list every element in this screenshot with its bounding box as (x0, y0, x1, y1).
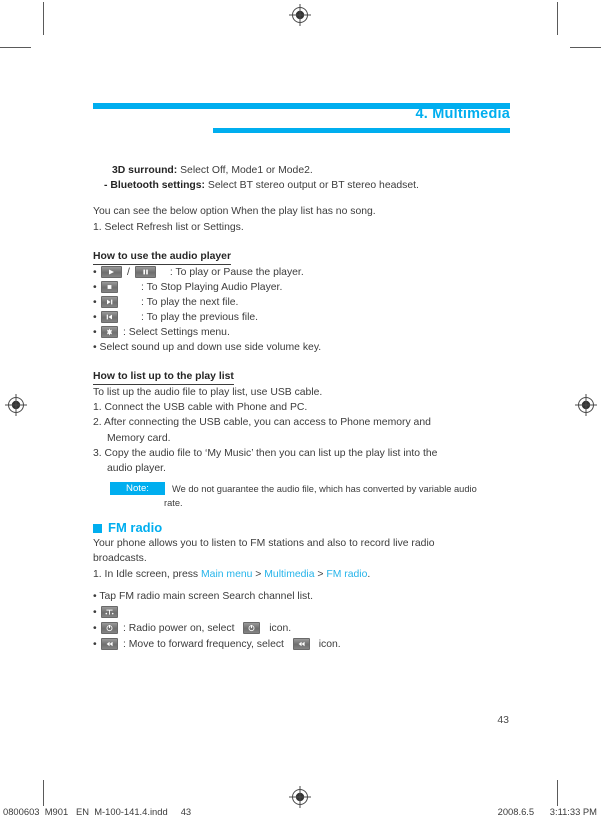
page-body: 3D surround: Select Off, Mode1 or Mode2.… (93, 163, 513, 652)
player-row-separator: / (127, 266, 130, 278)
fm-row-rewind: • : Move to forward frequency, select ic… (93, 636, 513, 652)
fm-row-tail: icon. (266, 622, 292, 634)
power-icon[interactable] (243, 622, 261, 635)
option-bluetooth-text: Select BT stereo output or BT stereo hea… (205, 180, 419, 192)
player-row-next: • : To play the next file. (93, 295, 513, 310)
bullet-dot: • (93, 326, 97, 338)
bullet-dot: • (93, 281, 97, 293)
fm-bullet-tap-search: • Tap FM radio main screen Search channe… (93, 590, 314, 602)
fm-step-navigation: 1. In Idle screen, press Main menu > Mul… (93, 567, 513, 582)
nav-link-fm-radio[interactable]: FM radio (326, 569, 367, 580)
playlist-step-1: 1. Connect the USB cable with Phone and … (93, 402, 308, 414)
antenna-icon[interactable] (101, 606, 118, 619)
bullet-dot: • (93, 638, 97, 650)
bullet-dot: • (93, 606, 97, 618)
player-row-previous: • : To play the previous file. (93, 310, 513, 325)
fm-intro-line-2: broadcasts. (93, 553, 147, 565)
option-bluetooth-label: - Bluetooth settings: (104, 180, 206, 192)
header-rule-bottom (213, 128, 510, 133)
manual-page: 4. Multimedia 3D surround: Select Off, M… (0, 0, 601, 825)
fm-row-text: : Move to forward frequency, select (123, 638, 287, 650)
fm-row-tail: icon. (315, 638, 341, 650)
playlist-step-2-cont: Memory card. (107, 432, 171, 444)
chapter-title: 4. Multimedia (415, 106, 510, 122)
player-row-text: : To play or Pause the player. (169, 266, 304, 278)
note-block: Note: We do not guarantee the audio file… (93, 482, 513, 512)
previous-track-icon[interactable] (101, 311, 118, 324)
pause-icon[interactable] (134, 266, 156, 279)
player-volume-line: • Select sound up and down use side volu… (93, 341, 322, 353)
playlist-step-3: 3. Copy the audio file to ‘My Music’ the… (93, 447, 438, 459)
bullet-dot: • (93, 311, 97, 323)
player-row-text: : To play the previous file. (141, 311, 259, 323)
crop-mark-top-left-horizontal (0, 47, 31, 48)
print-footer-right: 2008.6.5 3:11:33 PM (497, 806, 597, 817)
paragraph-no-song: You can see the below option When the pl… (93, 206, 376, 218)
fm-intro-line-1: Your phone allows you to listen to FM st… (93, 538, 435, 550)
fm-row-text: : Radio power on, select (123, 622, 238, 634)
option-3d-surround-label: 3D surround: (112, 165, 178, 176)
fm-row-power: • : Radio power on, select icon. (93, 620, 513, 636)
crop-mark-top-left-vertical (43, 2, 44, 35)
nav-separator: > (252, 568, 265, 580)
playlist-step-2: 2. After connecting the USB cable, you c… (93, 417, 431, 429)
stop-icon[interactable] (101, 281, 118, 294)
player-row-settings: • : Select Settings menu. (93, 325, 513, 340)
note-text-continued: rate. (164, 498, 183, 509)
player-row-stop: • : To Stop Playing Audio Player. (93, 280, 513, 295)
heading-audio-player: How to use the audio player (93, 250, 231, 265)
rewind-icon[interactable] (101, 638, 118, 651)
fm-step-prefix: 1. In Idle screen, press (93, 568, 202, 580)
player-row-play-pause: • / : To play or Pause the player. (93, 265, 513, 280)
section-heading-fm-radio: FM radio (93, 521, 513, 535)
fm-step-suffix: . (367, 568, 371, 580)
option-bluetooth-settings: - Bluetooth settings: Select BT stereo o… (93, 178, 513, 193)
print-footer-left: 0800603 M901 EN M-100-141.4.indd 43 (3, 806, 192, 817)
option-3d-surround-text: Select Off, Mode1 or Mode2. (177, 165, 313, 176)
section-bullet-square-icon (93, 523, 102, 533)
note-label: Note: (110, 482, 165, 496)
crop-mark-bottom-left-vertical (43, 780, 44, 806)
crop-mark-bottom-right-vertical (557, 780, 558, 806)
registration-mark-top (289, 4, 311, 26)
option-3d-surround: 3D surround: Select Off, Mode1 or Mode2. (93, 163, 513, 178)
heading-audio-player-wrap: How to use the audio player (93, 249, 513, 265)
page-number: 43 (497, 714, 509, 726)
nav-separator: > (314, 568, 327, 580)
nav-link-main-menu[interactable]: Main menu (201, 569, 252, 580)
crop-mark-top-right-vertical (557, 2, 558, 35)
player-row-text: : To Stop Playing Audio Player. (141, 281, 283, 293)
registration-mark-bottom (289, 786, 311, 808)
heading-play-list: How to list up to the play list (93, 370, 234, 386)
bullet-dot: • (93, 622, 97, 634)
fm-row-antenna: • (93, 604, 513, 620)
bullet-dot: • (93, 296, 97, 308)
step-select-refresh: 1. Select Refresh list or Settings. (93, 221, 244, 233)
registration-mark-left (5, 394, 27, 416)
power-icon[interactable] (101, 622, 118, 635)
nav-link-multimedia[interactable]: Multimedia (264, 569, 314, 580)
bullet-dot: • (93, 266, 97, 278)
playlist-step-3-cont: audio player. (107, 463, 166, 475)
next-track-icon[interactable] (101, 296, 118, 309)
crop-mark-top-right-horizontal (570, 47, 601, 48)
player-row-text: : To play the next file. (141, 296, 239, 308)
rewind-icon[interactable] (292, 638, 310, 651)
section-heading-text: FM radio (108, 520, 163, 536)
playlist-intro: To list up the audio file to play list, … (93, 387, 323, 399)
player-row-text: : Select Settings menu. (123, 326, 230, 338)
heading-play-list-wrap: How to list up to the play list (93, 369, 513, 386)
settings-icon[interactable] (101, 326, 118, 339)
registration-mark-right (575, 394, 597, 416)
play-icon[interactable] (101, 266, 122, 279)
